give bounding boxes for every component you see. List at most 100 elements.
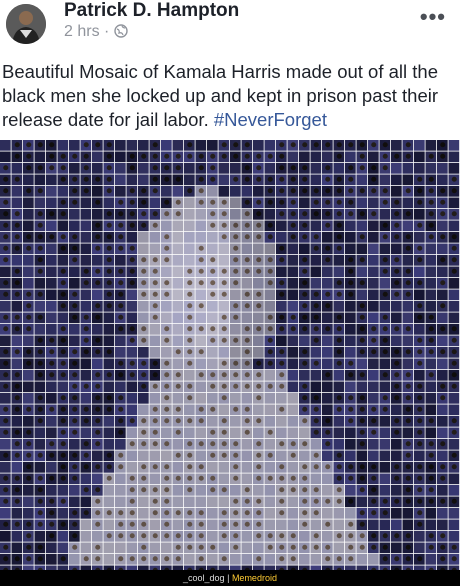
mosaic-tile [437, 519, 448, 531]
mosaic-tile-face [428, 475, 434, 481]
mosaic-tile-face [198, 372, 204, 378]
mosaic-tile-face [256, 291, 262, 297]
mosaic-tile-face [60, 326, 66, 332]
mosaic-tile-face [221, 280, 227, 286]
mosaic-tile-face [244, 498, 250, 504]
mosaic-tile-face [221, 153, 227, 159]
mosaic-tile-face [221, 372, 227, 378]
mosaic-tile [310, 554, 322, 565]
avatar[interactable] [6, 4, 46, 44]
mosaic-tile-face [26, 188, 32, 194]
mosaic-tile [103, 358, 115, 370]
mosaic-tile-face [72, 176, 78, 182]
mosaic-tile-face [405, 418, 411, 424]
mosaic-tile-face [14, 142, 20, 148]
mosaic-image[interactable] [0, 140, 460, 570]
mosaic-tile [287, 347, 299, 358]
mosaic-tile [276, 427, 287, 439]
mosaic-tile [103, 439, 115, 450]
mosaic-tile-face [175, 199, 181, 205]
mosaic-tile [149, 542, 161, 554]
mosaic-tile-face [118, 199, 124, 205]
mosaic-tile [138, 404, 149, 416]
mosaic-tile-face [3, 176, 9, 182]
author-name[interactable]: Patrick D. Hampton [64, 0, 239, 22]
mosaic-tile [230, 324, 241, 335]
mosaic-tile [414, 542, 425, 554]
mosaic-tile-face [106, 452, 112, 458]
mosaic-tile-face [49, 533, 55, 539]
mosaic-tile-face [256, 464, 262, 470]
mosaic-tile-face [37, 245, 43, 251]
mosaic-tile [241, 393, 253, 404]
mosaic-tile-face [106, 257, 112, 263]
mosaic-tile-face [371, 418, 377, 424]
mosaic-tile-face [417, 418, 423, 424]
mosaic-tile-face [60, 280, 66, 286]
mosaic-tile-face [417, 245, 423, 251]
mosaic-tile [207, 393, 218, 404]
mosaic-tile-face [290, 452, 296, 458]
mosaic-tile-face [451, 498, 457, 504]
mosaic-tile-face [267, 153, 273, 159]
mosaic-tile [437, 450, 448, 462]
mosaic-tile-face [164, 372, 170, 378]
mosaic-tile-face [313, 234, 319, 240]
more-options-icon[interactable]: ••• [420, 4, 446, 30]
mosaic-tile-face [440, 303, 446, 309]
mosaic-tile [57, 186, 69, 197]
mosaic-tile-face [72, 360, 78, 366]
mosaic-tile-face [83, 556, 89, 562]
mosaic-tile-face [83, 153, 89, 159]
mosaic-tile-face [3, 234, 9, 240]
mosaic-tile [379, 473, 391, 485]
mosaic-tile-face [440, 464, 446, 470]
mosaic-tile-face [95, 418, 101, 424]
mosaic-tile-face [37, 222, 43, 228]
mosaic-tile-face [83, 418, 89, 424]
mosaic-tile-face [129, 245, 135, 251]
mosaic-tile-face [164, 291, 170, 297]
mosaic-tile [276, 416, 287, 427]
mosaic-tile [253, 140, 264, 151]
mosaic-tile [322, 393, 333, 404]
mosaic-tile-face [49, 153, 55, 159]
mosaic-tile-face [60, 153, 66, 159]
hashtag-link[interactable]: #NeverForget [214, 109, 327, 130]
mosaic-tile-face [152, 418, 158, 424]
mosaic-tile [138, 312, 149, 324]
mosaic-tile [437, 289, 448, 301]
mosaic-tile-face [256, 521, 262, 527]
mosaic-tile [195, 485, 207, 496]
mosaic-tile-face [60, 452, 66, 458]
mosaic-tile [356, 266, 368, 278]
mosaic-tile-face [14, 326, 20, 332]
mosaic-tile-face [3, 383, 9, 389]
mosaic-tile [115, 485, 126, 496]
mosaic-tile-face [49, 452, 55, 458]
mosaic-tile-face [83, 188, 89, 194]
mosaic-tile [414, 232, 425, 243]
mosaic-tile [310, 473, 322, 485]
mosaic-tile-face [198, 349, 204, 355]
mosaic-tile [264, 462, 276, 473]
mosaic-tile-face [336, 142, 342, 148]
mosaic-tile-face [359, 510, 365, 516]
mosaic-tile-face [313, 464, 319, 470]
mosaic-tile [437, 335, 448, 347]
mosaic-tile-face [279, 280, 285, 286]
mosaic-tile-face [187, 280, 193, 286]
mosaic-tile [414, 140, 425, 151]
mosaic-tile [11, 531, 23, 542]
mosaic-tile [172, 393, 184, 404]
mosaic-tile-face [405, 188, 411, 194]
post-time[interactable]: 2 hrs [64, 23, 100, 40]
mosaic-tile-face [279, 245, 285, 251]
mosaic-tile-face [210, 337, 216, 343]
mosaic-tile [253, 427, 264, 439]
mosaic-tile [218, 473, 230, 485]
mosaic-tile-face [141, 360, 147, 366]
mosaic-tile [391, 335, 402, 347]
mosaic-tile-face [405, 291, 411, 297]
mosaic-tile [322, 266, 333, 278]
